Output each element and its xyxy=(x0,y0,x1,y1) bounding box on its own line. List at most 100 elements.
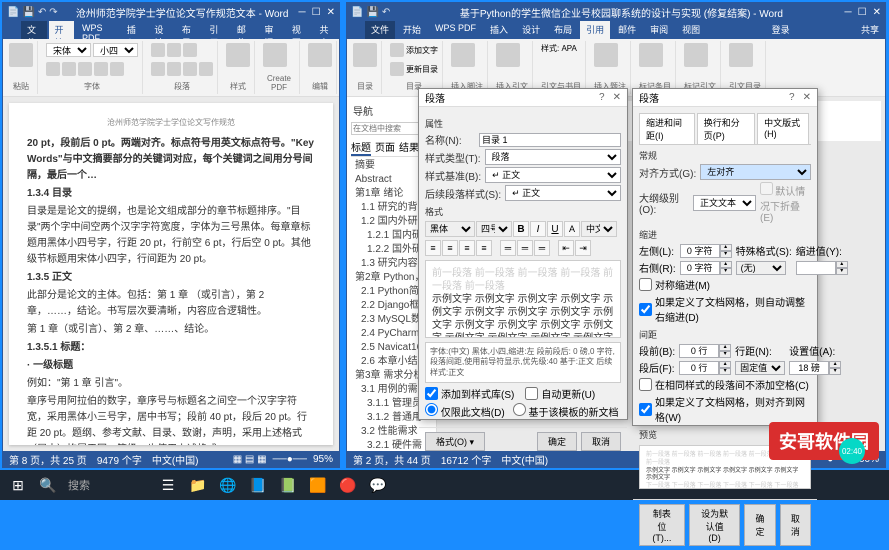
mark-entry-icon[interactable] xyxy=(639,43,663,67)
align-center-icon[interactable] xyxy=(167,62,181,76)
align-right-button[interactable]: ≡ xyxy=(459,240,475,256)
createpdf-icon[interactable] xyxy=(263,43,287,67)
tab-mailings[interactable]: 邮件 xyxy=(612,21,642,39)
paste-icon[interactable] xyxy=(9,43,33,67)
search-text[interactable]: 搜索 xyxy=(68,477,90,493)
tab-references[interactable]: 引用 xyxy=(580,21,610,39)
thisdoc-radio[interactable]: 仅限此文档(D) xyxy=(425,403,505,419)
indent-inc-button[interactable]: ⇥ xyxy=(575,240,591,256)
tab-layout[interactable]: 布局 xyxy=(176,21,202,39)
tab-view[interactable]: 视图 xyxy=(286,21,312,39)
snapgrid-check[interactable] xyxy=(639,403,652,416)
add-to-gallery-check[interactable] xyxy=(425,387,438,400)
indent-dec-button[interactable]: ⇤ xyxy=(558,240,574,256)
italic-icon[interactable] xyxy=(62,62,76,76)
word-icon[interactable]: 📘 xyxy=(244,471,272,499)
tab-linebreak[interactable]: 换行和分页(P) xyxy=(697,113,755,144)
tab-view[interactable]: 视图 xyxy=(676,21,706,39)
linespace3-button[interactable]: ═ xyxy=(534,240,550,256)
close-icon[interactable]: ✕ xyxy=(327,7,335,18)
explorer-icon[interactable]: 📁 xyxy=(184,471,212,499)
tab-home[interactable]: 开始 xyxy=(397,21,427,39)
share-button[interactable]: 共享 xyxy=(855,21,885,39)
app-icon[interactable]: 🟧 xyxy=(304,471,332,499)
help-icon[interactable]: ? xyxy=(599,92,605,103)
redo-icon[interactable]: ↷ xyxy=(49,7,57,18)
italic-button[interactable]: I xyxy=(530,221,546,237)
font-size-select[interactable]: 四号 xyxy=(476,221,512,237)
linespace1-button[interactable]: ═ xyxy=(500,240,516,256)
type-select[interactable]: 段落 xyxy=(485,149,621,165)
tab-insert[interactable]: 插入 xyxy=(121,21,147,39)
toc-icon[interactable] xyxy=(353,43,377,67)
mirror-check[interactable] xyxy=(639,278,652,291)
taskview-icon[interactable]: ☰ xyxy=(154,471,182,499)
color-button[interactable]: A xyxy=(564,221,580,237)
find-icon[interactable] xyxy=(308,43,332,67)
line-select[interactable]: 固定值 xyxy=(735,361,785,375)
ok-button[interactable]: 确定 xyxy=(744,504,775,546)
font-family-select[interactable]: 黑体 xyxy=(425,221,475,237)
chrome-icon[interactable]: 🔴 xyxy=(334,471,362,499)
align-justify-icon[interactable] xyxy=(199,62,213,76)
bold-button[interactable]: B xyxy=(513,221,529,237)
size-select[interactable]: 小四 xyxy=(93,43,138,57)
maximize-icon[interactable]: ☐ xyxy=(858,7,867,18)
font-select[interactable]: 宋体 xyxy=(46,43,91,57)
wechat-icon[interactable]: 💬 xyxy=(364,471,392,499)
mark-citation-icon[interactable] xyxy=(684,43,708,67)
edge-icon[interactable]: 🌐 xyxy=(214,471,242,499)
start-button[interactable]: ⊞ xyxy=(4,471,32,499)
color-icon[interactable] xyxy=(110,62,124,76)
linespace2-button[interactable]: ═ xyxy=(517,240,533,256)
cancel-button[interactable]: 取消 xyxy=(780,504,811,546)
tabs-button[interactable]: 制表位(T)... xyxy=(639,504,685,546)
view-icons[interactable]: ▦ ▤ ▦ xyxy=(233,454,267,465)
align-right-icon[interactable] xyxy=(183,62,197,76)
nav-tab-results[interactable]: 结果 xyxy=(399,139,419,156)
tab-mailings[interactable]: 邮件 xyxy=(231,21,257,39)
numbering-icon[interactable] xyxy=(167,43,181,57)
left-indent-input[interactable] xyxy=(680,244,720,258)
multilevel-icon[interactable] xyxy=(183,43,197,57)
tab-asian[interactable]: 中文版式(H) xyxy=(757,113,809,144)
maximize-icon[interactable]: ☐ xyxy=(312,7,321,18)
insert-caption-icon[interactable] xyxy=(594,43,618,67)
minimize-icon[interactable]: ─ xyxy=(299,7,306,18)
name-input[interactable] xyxy=(479,133,621,147)
by-input[interactable] xyxy=(796,261,836,275)
excel-icon[interactable]: 📗 xyxy=(274,471,302,499)
page-status[interactable]: 第 8 页，共 25 页 xyxy=(9,452,87,467)
nav-tab-headings[interactable]: 标题 xyxy=(351,139,371,156)
align-left-icon[interactable] xyxy=(151,62,165,76)
strike-icon[interactable] xyxy=(94,62,108,76)
search-icon[interactable]: 🔍 xyxy=(34,471,62,499)
underline-button[interactable]: U xyxy=(547,221,563,237)
next-select[interactable]: ↵ 正文 xyxy=(505,185,621,201)
update-toc-icon[interactable] xyxy=(390,62,404,76)
right-indent-input[interactable] xyxy=(680,261,720,275)
autogrid-check[interactable] xyxy=(639,303,652,316)
underline-icon[interactable] xyxy=(78,62,92,76)
zoom-slider[interactable]: ──●── xyxy=(273,454,307,465)
before-input[interactable] xyxy=(679,344,719,358)
ok-button[interactable]: 确定 xyxy=(537,432,577,451)
save-icon[interactable]: 💾 xyxy=(22,7,34,18)
default-button[interactable]: 设为默认值(D) xyxy=(689,504,741,546)
insert-index-icon[interactable] xyxy=(729,43,753,67)
lang-select[interactable]: 中文 xyxy=(581,221,617,237)
tab-review[interactable]: 审阅 xyxy=(258,21,284,39)
bullets-icon[interactable] xyxy=(151,43,165,57)
bold-icon[interactable] xyxy=(46,62,60,76)
base-select[interactable]: ↵ 正文 xyxy=(485,167,621,183)
tab-home[interactable]: 开始 xyxy=(49,21,75,39)
save-icon[interactable]: 💾 xyxy=(366,7,378,18)
tab-design[interactable]: 设计 xyxy=(148,21,174,39)
outline-select[interactable]: 正文文本 xyxy=(693,195,756,211)
tab-indent[interactable]: 缩进和间距(I) xyxy=(639,113,695,144)
align-justify-button[interactable]: ≡ xyxy=(476,240,492,256)
autoupdate-check[interactable] xyxy=(525,387,538,400)
undo-icon[interactable]: ↶ xyxy=(38,7,46,18)
at-input[interactable] xyxy=(789,361,829,375)
undo-icon[interactable]: ↶ xyxy=(382,7,390,18)
